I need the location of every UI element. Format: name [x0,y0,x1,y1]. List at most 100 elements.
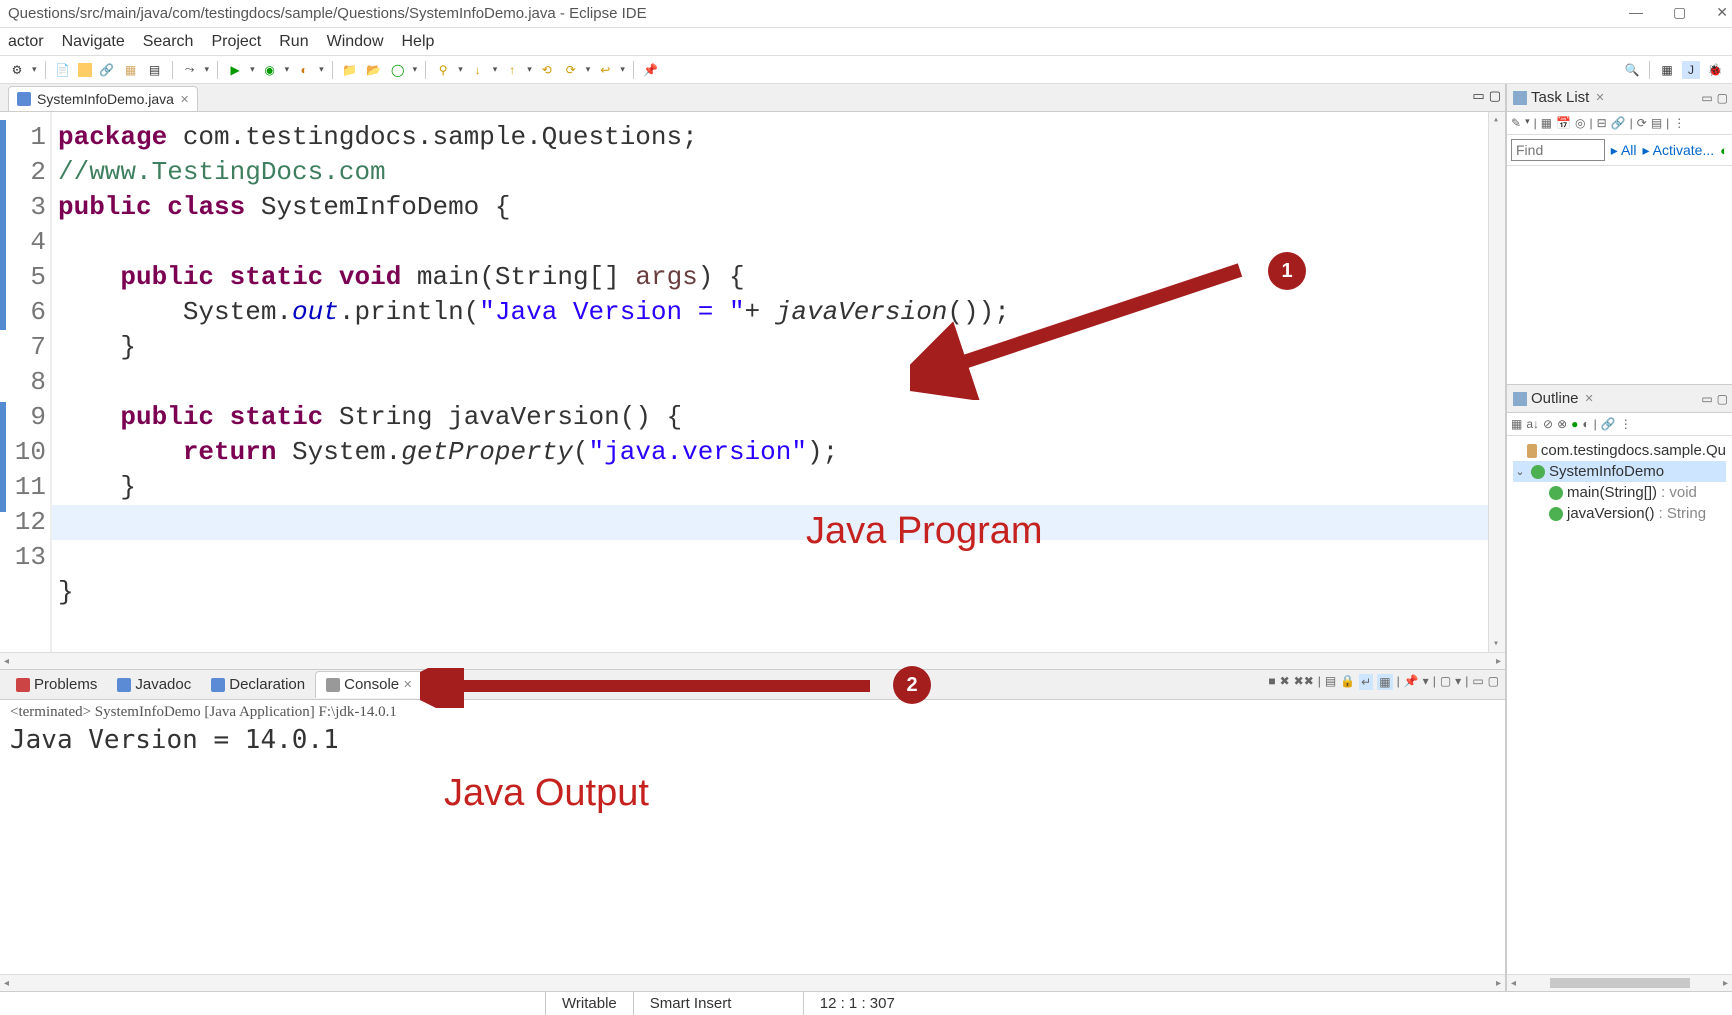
view-menu-icon[interactable]: ⋮ [1673,116,1685,130]
menu-run[interactable]: Run [279,33,308,51]
outline-method-javaversion[interactable]: javaVersion() : String [1513,503,1726,524]
perspective-open-icon[interactable]: ▦ [1658,61,1676,79]
outline-tree[interactable]: com.testingdocs.sample.Qu ⌄SystemInfoDem… [1507,436,1732,528]
history-icon[interactable]: ↩ [596,61,614,79]
minimize-icon[interactable]: — [1629,4,1643,21]
outline-class-row[interactable]: ⌄SystemInfoDemo [1513,461,1726,482]
task-find-input[interactable] [1511,139,1605,161]
minimize-view-icon[interactable]: ▭ [1472,88,1484,104]
sync-icon[interactable]: ⟳ [1637,116,1647,130]
max-console-icon[interactable]: ▢ [1488,674,1499,690]
clear-console-icon[interactable]: ▤ [1325,674,1336,690]
tab-declaration[interactable]: Declaration [201,672,315,697]
task-all-link[interactable]: ▸ All [1611,142,1637,159]
next-ann-icon[interactable]: ↓ [469,61,487,79]
menu-project[interactable]: Project [211,33,261,51]
menu-actor[interactable]: actor [8,33,44,51]
skip-icon[interactable]: ⤳ [181,61,199,79]
schedule-icon[interactable]: 📅 [1556,116,1571,130]
javadoc-icon [117,678,131,692]
debug-icon[interactable]: ⚙ [8,61,26,79]
remove-launch-icon[interactable]: ✖ [1280,674,1290,690]
tab-problems[interactable]: Problems [6,672,107,697]
min-outline-icon[interactable]: ▭ [1701,392,1712,406]
editor-horizontal-scrollbar[interactable]: ◂▸ [0,652,1505,669]
word-wrap-icon[interactable]: ↵ [1359,674,1373,690]
categorize-icon[interactable]: ▦ [1541,116,1552,130]
editor-vertical-scrollbar[interactable]: ▴▾ [1488,112,1505,652]
close-outline-icon[interactable]: ✕ [1585,392,1594,405]
run-icon[interactable]: ▶ [226,61,244,79]
search-toolbar-icon[interactable]: 🔍 [1623,61,1641,79]
collapse-all-icon[interactable]: ⊟ [1597,116,1607,130]
folding-ruler [0,112,10,652]
outline-method-main[interactable]: main(String[]) : void [1513,482,1726,503]
profile-icon[interactable]: ◐ [295,61,313,79]
menu-navigate[interactable]: Navigate [62,33,125,51]
new-console-icon[interactable]: ▾ [1455,674,1461,690]
hide-nonpublic-icon[interactable]: ● [1571,417,1578,431]
focus-outline-icon[interactable]: ▦ [1511,417,1522,431]
coverage-icon[interactable]: ◉ [261,61,279,79]
pin-console-icon[interactable]: 📌 [1404,674,1419,690]
open-type-icon[interactable]: ◯ [389,61,407,79]
folder-open-icon[interactable]: 📂 [365,61,383,79]
min-tasklist-icon[interactable]: ▭ [1701,91,1712,105]
display-console-icon[interactable]: ▾ [1423,674,1429,690]
folder-new-icon[interactable]: 📁 [341,61,359,79]
terminate-icon[interactable]: ■ [1268,674,1275,690]
maximize-view-icon[interactable]: ▢ [1489,88,1501,104]
hide-icon[interactable]: ▤ [1651,116,1662,130]
perspective-debug-icon[interactable]: 🐞 [1706,61,1724,79]
tab-javadoc[interactable]: Javadoc [107,672,201,697]
close-tab-icon[interactable]: ✕ [180,93,189,106]
menu-help[interactable]: Help [402,33,435,51]
menu-search[interactable]: Search [143,33,194,51]
search-nav-icon[interactable]: ⚲ [434,61,452,79]
outline-icon[interactable]: ▤ [146,61,164,79]
remove-all-icon[interactable]: ✖✖ [1294,674,1314,690]
close-tasklist-icon[interactable]: ✕ [1595,91,1604,104]
link-editor-icon[interactable]: 🔗 [1611,116,1626,130]
new-task-icon[interactable]: ✎ [1511,116,1521,130]
outline-menu-icon[interactable]: ⋮ [1620,417,1632,431]
max-tasklist-icon[interactable]: ▢ [1717,91,1728,105]
fwd-icon[interactable]: ⟳ [562,61,580,79]
task-activate-link[interactable]: ▸ Activate... [1643,142,1715,159]
open-console-icon[interactable]: ▢ [1440,674,1451,690]
hide-static-icon[interactable]: ⊗ [1557,417,1567,431]
show-stdout-icon[interactable]: ▦ [1377,674,1392,690]
max-outline-icon[interactable]: ▢ [1717,392,1728,406]
code-content[interactable]: package com.testingdocs.sample.Questions… [52,112,1488,652]
package-icon[interactable]: ▦ [122,61,140,79]
perspective-java-icon[interactable]: J [1682,61,1700,79]
sort-icon[interactable]: a↓ [1526,417,1539,431]
tasklist-icon [1513,91,1527,105]
toggle-icon[interactable] [78,63,92,77]
min-console-icon[interactable]: ▭ [1472,674,1483,690]
hide-fields-icon[interactable]: ⊘ [1543,417,1553,431]
link-icon[interactable]: 🔗 [98,61,116,79]
back-icon[interactable]: ⟲ [538,61,556,79]
menu-window[interactable]: Window [327,33,384,51]
scroll-lock-icon[interactable]: 🔒 [1340,674,1355,690]
link-outline-icon[interactable]: 🔗 [1601,417,1616,431]
outline-package-row[interactable]: com.testingdocs.sample.Qu [1513,440,1726,461]
task-filter-icon[interactable]: ◐ [1720,143,1728,158]
outline-horizontal-scrollbar[interactable]: ◂▸ [1507,974,1732,991]
code-area[interactable]: 12345678910111213 package com.testingdoc… [0,112,1505,652]
focus-icon[interactable]: ◎ [1575,116,1585,130]
console-body[interactable]: <terminated> SystemInfoDemo [Java Applic… [0,700,1505,974]
task-list-body[interactable] [1507,166,1732,384]
editor-tab[interactable]: SystemInfoDemo.java ✕ [8,86,198,111]
task-find-row: ▸ All ▸ Activate... ◐ [1507,135,1732,166]
prev-ann-icon[interactable]: ↑ [503,61,521,79]
pin-icon[interactable]: 📌 [642,61,660,79]
tab-console[interactable]: Console ✕ [315,671,423,698]
close-icon[interactable]: ✕ [1716,4,1728,21]
close-console-icon[interactable]: ✕ [403,678,412,691]
console-horizontal-scrollbar[interactable]: ◂▸ [0,974,1505,991]
new-icon[interactable]: 📄 [54,61,72,79]
maximize-icon[interactable]: ▢ [1673,4,1686,21]
hide-local-icon[interactable]: ◐ [1582,417,1589,431]
